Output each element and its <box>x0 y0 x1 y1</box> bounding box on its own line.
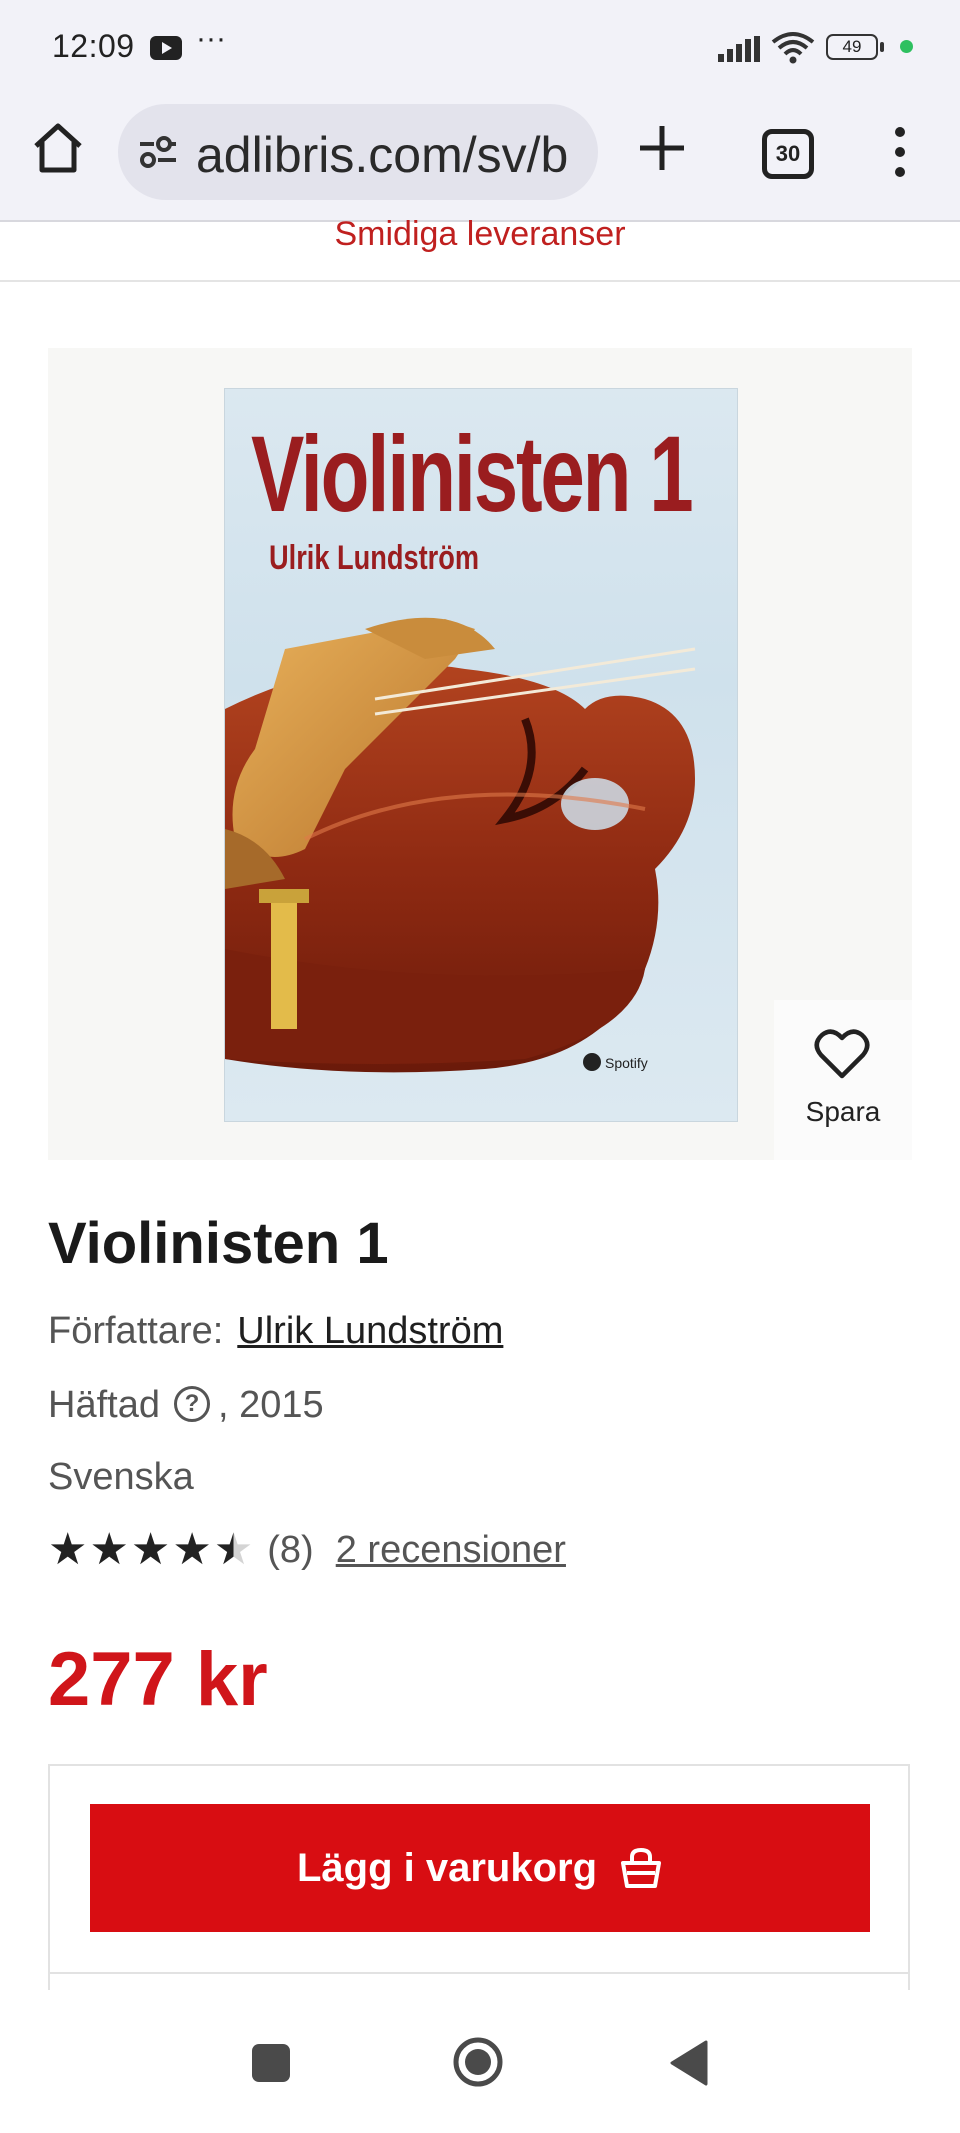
new-tab-plus-icon[interactable] <box>636 122 688 174</box>
banner-text: Smidiga leveranser <box>334 215 626 253</box>
cover-publisher: Spotify <box>605 1055 648 1071</box>
author-label: Författare: <box>48 1310 224 1352</box>
battery-icon: 49 <box>826 34 878 60</box>
home-icon[interactable] <box>30 120 86 176</box>
save-button[interactable]: Spara <box>774 1000 912 1160</box>
format-row: Häftad?, 2015 <box>48 1384 324 1428</box>
url-text[interactable]: adlibris.com/sv/b <box>196 126 596 184</box>
rating-count: (8) <box>267 1528 314 1571</box>
site-settings-icon[interactable] <box>136 130 180 174</box>
publish-year: , 2015 <box>217 1384 324 1426</box>
add-to-cart-label: Lägg i varukorg <box>296 1845 598 1890</box>
save-label: Spara <box>805 1096 881 1127</box>
divider <box>50 1972 908 1974</box>
browser-chrome: 12:09 ··· 49 adlibris.com/sv/b 30 <box>0 0 960 222</box>
star-icon: ★ <box>89 1525 129 1574</box>
price: 277 kr <box>48 1637 268 1722</box>
more-notifications-icon: ··· <box>196 22 226 55</box>
product-image-panel: Violinisten 1 Ulrik Lundström Spotify Sp… <box>48 348 912 1160</box>
language: Svenska <box>48 1456 194 1498</box>
star-rating: ★ ★ ★ ★ ★ <box>48 1528 255 1572</box>
battery-tip <box>880 42 884 52</box>
half-star-icon: ★ <box>213 1525 254 1574</box>
star-icon: ★ <box>48 1525 88 1574</box>
basket-icon <box>621 1847 662 1888</box>
publisher-logo-icon <box>583 1053 601 1071</box>
product-title: Violinisten 1 <box>48 1211 389 1276</box>
star-icon: ★ <box>130 1525 171 1574</box>
privacy-indicator-dot <box>900 40 913 53</box>
delivery-banner: Smidiga leveranser <box>0 217 960 282</box>
recents-icon[interactable] <box>252 2044 290 2082</box>
address-bar[interactable]: adlibris.com/sv/b <box>118 104 598 200</box>
star-icon: ★ <box>172 1525 212 1574</box>
system-nav-bar <box>0 1990 960 2133</box>
add-to-cart-button[interactable]: Lägg i varukorg <box>90 1804 870 1932</box>
wifi-icon <box>771 32 815 64</box>
rating-row: ★ ★ ★ ★ ★ (8) 2 recensioner <box>48 1522 566 1578</box>
home-circle-icon[interactable] <box>452 2036 504 2088</box>
tabs-count-button[interactable]: 30 <box>762 129 814 179</box>
more-vert-icon[interactable] <box>888 124 912 180</box>
youtube-notification-icon <box>150 36 182 60</box>
book-cover-image[interactable]: Violinisten 1 Ulrik Lundström Spotify <box>224 388 738 1122</box>
reviews-link[interactable]: 2 recensioner <box>336 1529 566 1572</box>
heart-icon <box>814 1029 870 1079</box>
status-time: 12:09 <box>52 28 135 64</box>
format-label: Häftad <box>48 1384 160 1426</box>
signal-icon <box>718 36 760 62</box>
help-icon[interactable]: ? <box>173 1385 210 1422</box>
violin-illustration <box>225 617 696 1073</box>
purchase-panel: Lägg i varukorg <box>48 1764 910 1992</box>
cover-title: Violinisten 1 <box>251 413 694 534</box>
cover-author: Ulrik Lundström <box>269 539 480 577</box>
author-row: Författare: Ulrik Lundström <box>48 1310 503 1353</box>
author-link[interactable]: Ulrik Lundström <box>237 1310 503 1352</box>
back-icon[interactable] <box>668 2040 708 2086</box>
